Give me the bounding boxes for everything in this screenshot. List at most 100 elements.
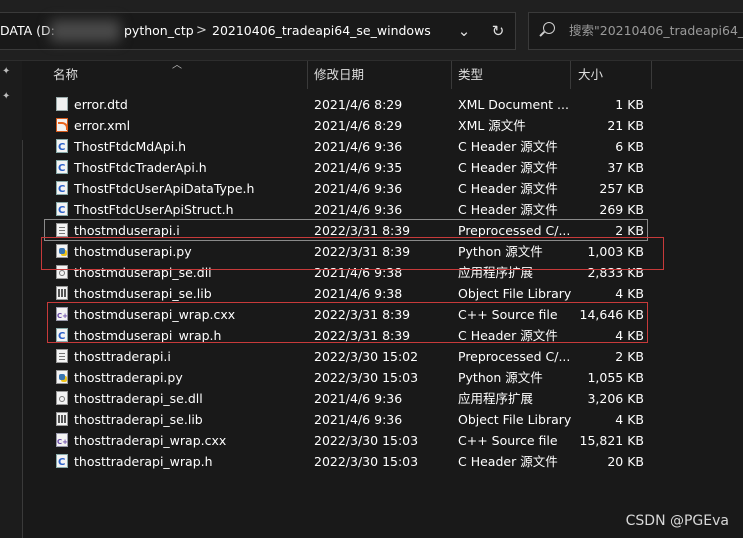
file-type: XML 源文件 [458,118,526,133]
doc-icon [56,97,68,111]
file-row[interactable]: ThostFtdcTraderApi.h 2021/4/6 9:35 C Hea… [44,157,656,179]
breadcrumb-chevron-icon[interactable]: > [196,12,207,50]
file-date: 2021/4/6 9:36 [314,202,403,217]
file-row[interactable]: thosttraderapi.i 2022/3/30 15:02 Preproc… [44,346,656,367]
file-row[interactable]: error.xml 2021/4/6 8:29 XML 源文件 21 KB [44,115,656,136]
file-name: thosttraderapi_wrap.cxx [74,433,227,448]
breadcrumb-current-folder[interactable]: 20210406_tradeapi64_se_windows [212,12,431,50]
file-row[interactable]: thosttraderapi_wrap.h 2022/3/30 15:03 C … [44,451,656,473]
sort-ascending-icon: ︿ [172,60,182,71]
file-name: thosttraderapi_se.dll [74,391,203,406]
file-name: thosttraderapi.py [74,370,183,385]
file-name: thostmduserapi_se.lib [74,286,212,301]
file-type: Preprocessed C/... [458,349,571,364]
file-row[interactable]: thosttraderapi_se.dll 2021/4/6 9:36 应用程序… [44,388,656,409]
column-header-name[interactable]: 名称 [53,61,78,89]
file-date: 2021/4/6 9:38 [314,286,403,301]
column-header-type[interactable]: 类型 [458,61,483,89]
file-row[interactable]: thosttraderapi_wrap.cxx 2022/3/30 15:03 … [44,430,656,453]
file-type: Object File Library [458,286,572,301]
column-separator[interactable] [651,61,652,89]
file-type: Python 源文件 [458,370,543,385]
file-name: thosttraderapi_wrap.h [74,454,213,469]
file-type: C++ Source file [458,433,558,448]
file-name: thosttraderapi.i [74,349,171,364]
file-type: 应用程序扩展 [458,391,534,406]
column-separator[interactable] [307,61,308,89]
highlight-box [41,237,664,270]
file-size: 4 KB [615,286,644,301]
library-icon [56,412,68,426]
python-file-icon [56,370,68,384]
file-size: 37 KB [607,160,644,175]
c-header-icon [56,137,68,158]
pin-icon[interactable]: ✦ [2,66,10,77]
c-header-icon [56,452,68,473]
file-type: C Header 源文件 [458,139,558,154]
file-size: 1 KB [615,97,644,112]
file-name: ThostFtdcUserApiStruct.h [74,202,234,217]
file-date: 2022/3/30 15:02 [314,349,419,364]
highlight-box [47,302,648,343]
file-date: 2021/4/6 9:36 [314,181,403,196]
file-size: 1,055 KB [587,370,644,385]
refresh-icon[interactable]: ↻ [486,12,510,50]
breadcrumb-python-ctp[interactable]: python_ctp [124,12,194,50]
breadcrumb-drive[interactable]: DATA (D: [0,12,55,50]
file-name: ThostFtdcTraderApi.h [74,160,207,175]
file-date: 2021/4/6 8:29 [314,118,403,133]
cpp-source-icon [56,432,68,453]
file-name: thosttraderapi_se.lib [74,412,203,427]
file-type: C Header 源文件 [458,160,558,175]
c-header-icon [56,158,68,179]
file-type: C Header 源文件 [458,202,558,217]
column-header-size[interactable]: 大小 [578,61,603,89]
file-date: 2022/3/30 15:03 [314,370,419,385]
navigation-pane[interactable]: ✦ ✦ [0,61,22,538]
file-size: 6 KB [615,139,644,154]
watermark: CSDN @PGEva [625,513,729,529]
file-date: 2022/3/30 15:03 [314,454,419,469]
file-row[interactable]: ThostFtdcUserApiDataType.h 2021/4/6 9:36… [44,178,656,200]
file-name: error.xml [74,118,131,133]
column-separator[interactable] [451,61,452,89]
file-size: 257 KB [599,181,644,196]
search-placeholder: 搜索"20210406_tradeapi64_se_ [569,23,743,38]
file-date: 2021/4/6 9:36 [314,412,403,427]
file-type: C Header 源文件 [458,454,558,469]
file-size: 15,821 KB [579,433,644,448]
file-name: ThostFtdcUserApiDataType.h [74,181,255,196]
file-date: 2021/4/6 8:29 [314,97,403,112]
file-date: 2021/4/6 9:36 [314,391,403,406]
dll-icon [56,391,68,405]
pin-icon[interactable]: ✦ [2,91,10,102]
c-header-icon [56,200,68,221]
column-separator[interactable] [570,61,571,89]
file-size: 4 KB [615,412,644,427]
column-header-date[interactable]: 修改日期 [314,61,364,89]
redacted-blur [50,20,120,42]
file-row[interactable]: thosttraderapi_se.lib 2021/4/6 9:36 Obje… [44,409,656,430]
file-type: XML Document ... [458,97,569,112]
search-box[interactable]: 搜索"20210406_tradeapi64_se_ [528,12,743,50]
file-row[interactable]: thosttraderapi.py 2022/3/30 15:03 Python… [44,367,656,388]
file-size: 21 KB [607,118,644,133]
text-file-icon [56,349,68,363]
file-date: 2021/4/6 9:35 [314,160,403,175]
c-header-icon [56,179,68,200]
xml-icon [56,118,68,132]
file-size: 269 KB [599,202,644,217]
file-row[interactable]: ThostFtdcUserApiStruct.h 2021/4/6 9:36 C… [44,199,656,221]
file-row[interactable]: thostmduserapi_se.lib 2021/4/6 9:38 Obje… [44,283,656,304]
file-name: ThostFtdcMdApi.h [74,139,187,154]
history-dropdown-icon[interactable]: ⌄ [452,12,476,50]
file-date: 2021/4/6 9:36 [314,139,403,154]
library-icon [56,286,68,300]
file-type: Object File Library [458,412,572,427]
file-row[interactable]: error.dtd 2021/4/6 8:29 XML Document ...… [44,94,656,115]
file-size: 2 KB [615,349,644,364]
file-type: C Header 源文件 [458,181,558,196]
file-date: 2022/3/30 15:03 [314,433,419,448]
file-row[interactable]: ThostFtdcMdApi.h 2021/4/6 9:36 C Header … [44,136,656,158]
pane-divider[interactable] [22,140,23,538]
